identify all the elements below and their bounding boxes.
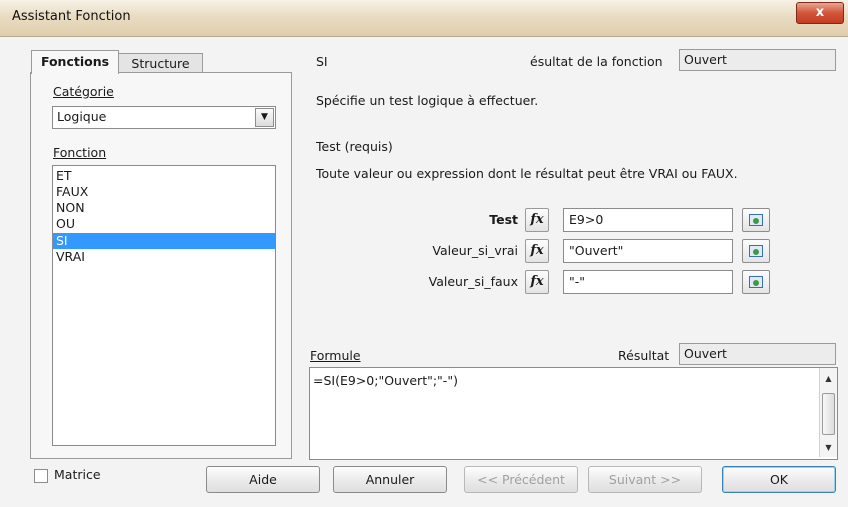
function-description: Spécifie un test logique à effectuer. [316,93,539,108]
function-result-field: Ouvert [679,49,836,71]
list-item[interactable]: VRAI [53,249,276,265]
shrink-dialog-icon[interactable] [742,270,770,294]
result-field: Ouvert [679,343,836,365]
list-item[interactable]: FAUX [53,184,276,200]
function-result-value: Ouvert [684,52,727,67]
cancel-button[interactable]: Annuler [333,466,447,493]
chevron-down-icon[interactable]: ▼ [255,108,274,127]
fx-icon[interactable]: fx [525,270,549,294]
param-true-input[interactable]: "Ouvert" [563,239,733,263]
ok-button[interactable]: OK [722,466,836,493]
formula-textarea[interactable]: =SI(E9>0;"Ouvert";"-") ▲ ▼ [309,367,838,460]
result-value: Ouvert [684,346,727,361]
next-button[interactable]: Suivant >> [588,466,702,493]
param-true-value: "Ouvert" [569,243,624,258]
argument-description: Toute valeur ou expression dont le résul… [316,166,738,181]
param-true-label: Valeur_si_vrai [432,243,518,258]
function-name: SI [316,54,328,69]
param-false-label: Valeur_si_faux [428,274,518,289]
param-false-input[interactable]: "-" [563,270,733,294]
list-item-selected[interactable]: SI [53,233,276,249]
matrix-checkbox[interactable] [34,469,48,483]
list-item[interactable]: NON [53,200,276,216]
category-select[interactable]: Logique ▼ [52,106,276,129]
argument-name: Test (requis) [316,139,393,154]
shrink-dialog-icon[interactable] [742,208,770,232]
function-label: Fonction [53,145,107,160]
fx-icon[interactable]: fx [525,208,549,232]
help-button[interactable]: Aide [206,466,320,493]
formula-text: =SI(E9>0;"Ouvert";"-") [313,373,458,388]
fx-icon[interactable]: fx [525,239,549,263]
param-test-value: E9>0 [569,212,604,227]
list-item[interactable]: OU [53,216,276,232]
category-label: Catégorie [53,84,114,99]
tab-structure[interactable]: Structure [118,53,203,73]
scroll-thumb[interactable] [822,393,835,435]
category-value: Logique [57,109,107,124]
close-button[interactable]: x [796,2,844,24]
matrix-label: Matrice [54,467,101,482]
window-title: Assistant Fonction [12,9,131,24]
list-item[interactable]: ET [53,168,276,184]
formula-label: Formule [310,348,361,363]
result-label: Résultat [618,348,670,363]
shrink-dialog-icon[interactable] [742,239,770,263]
function-result-label: ésultat de la fonction [530,54,663,69]
function-list[interactable]: ET FAUX NON OU SI VRAI [52,165,276,446]
title-bar: Assistant Fonction x [0,0,848,37]
param-test-label: Test [489,212,518,227]
formula-scrollbar[interactable]: ▲ ▼ [819,368,837,457]
scroll-up-icon[interactable]: ▲ [820,371,837,387]
scroll-down-icon[interactable]: ▼ [820,440,837,456]
param-test-input[interactable]: E9>0 [563,208,733,232]
param-false-value: "-" [569,274,586,289]
tab-fonctions[interactable]: Fonctions [31,50,119,74]
previous-button[interactable]: << Précédent [464,466,578,493]
